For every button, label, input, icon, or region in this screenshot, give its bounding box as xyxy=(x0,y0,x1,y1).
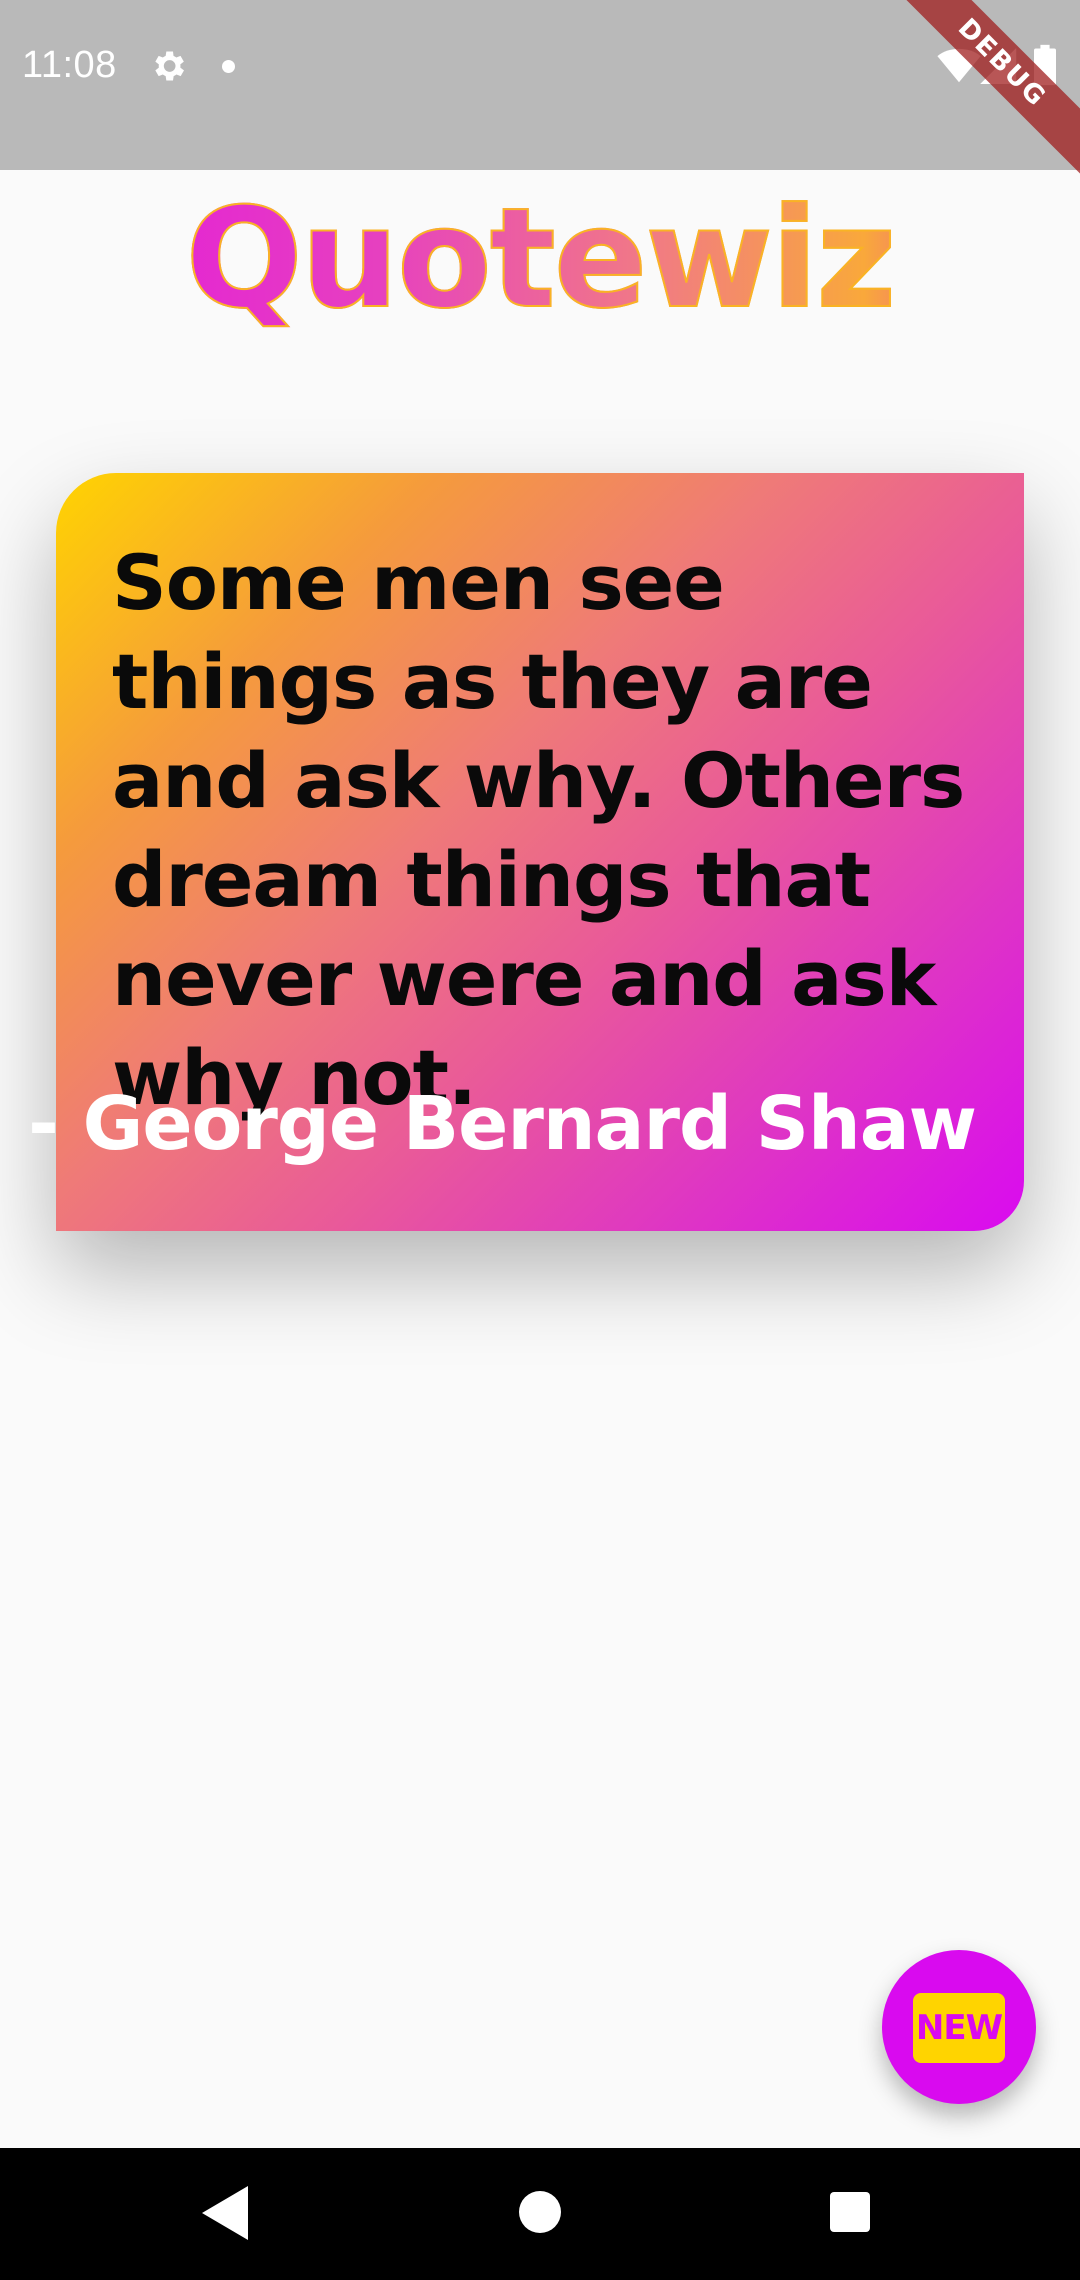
back-icon[interactable] xyxy=(202,2186,248,2240)
new-icon: NEW xyxy=(913,1993,1005,2063)
new-quote-button[interactable]: NEW xyxy=(882,1950,1036,2104)
status-bar: 11:08 xyxy=(0,0,1080,170)
app-title: Quotewiz xyxy=(0,177,1080,340)
status-time: 11:08 xyxy=(22,44,117,86)
navigation-bar xyxy=(0,2148,1080,2280)
quote-author: - George Bernard Shaw xyxy=(28,1081,977,1167)
gear-icon xyxy=(155,51,184,81)
quote-text: Some men see things as they are and ask … xyxy=(112,538,965,1122)
home-icon[interactable] xyxy=(519,2191,561,2233)
recents-icon[interactable] xyxy=(830,2192,870,2232)
notification-dot-icon xyxy=(222,60,235,73)
app-screen: 11:08 DEBUG Quotewiz Some men see things… xyxy=(0,0,1080,2280)
quote-card: Some men see things as they are and ask … xyxy=(28,473,1024,1231)
